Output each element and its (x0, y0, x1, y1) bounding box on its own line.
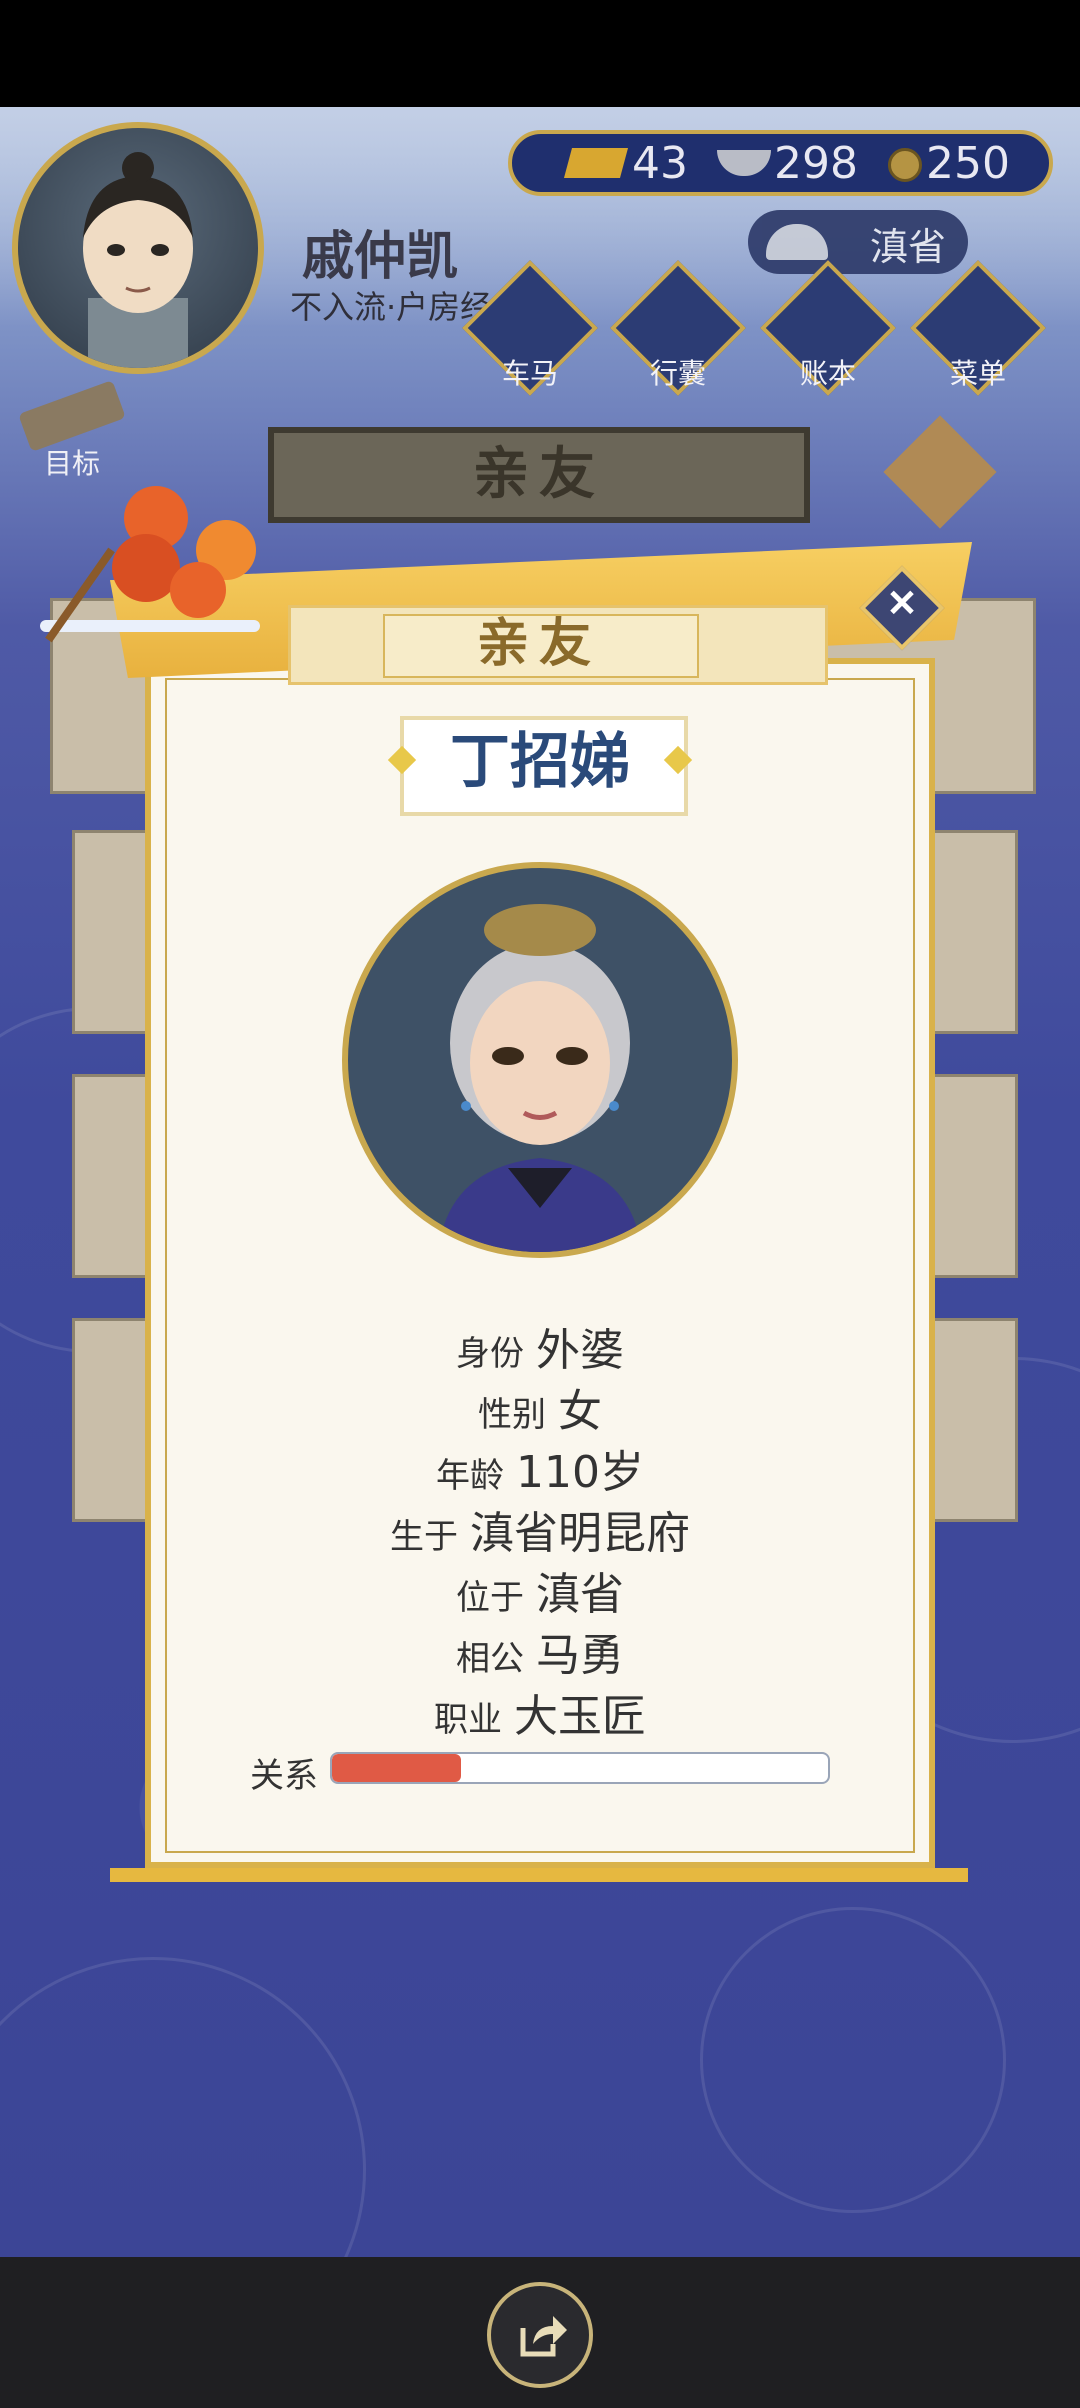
info-key: 职业 (434, 1700, 502, 1740)
info-gender: 性别女 (165, 1375, 915, 1439)
info-occupation: 职业 大玉匠 (165, 1680, 915, 1744)
map-icon (766, 224, 828, 260)
gold-ingot-icon (563, 148, 629, 178)
info-key: 相公 (456, 1639, 524, 1679)
background-title: 亲友 (473, 442, 605, 507)
nav-menu-button[interactable]: 菜单 (910, 260, 1046, 396)
nav-menu-label: 菜单 (949, 357, 1006, 390)
info-value: 女 (558, 1386, 602, 1437)
modal-title: 亲友 (476, 614, 601, 674)
player-name: 戚仲凯 (302, 227, 459, 287)
silver-count: 298 (774, 138, 858, 189)
relative-name: 丁招娣 (450, 727, 630, 797)
panel-rod (110, 1868, 968, 1882)
status-bar (0, 0, 1080, 107)
background-title-plaque: 亲友 (268, 427, 810, 523)
share-icon (520, 2316, 567, 2357)
info-key: 年龄 (436, 1456, 504, 1496)
info-age: 年龄 110岁 (165, 1436, 915, 1500)
player-avatar[interactable] (12, 122, 264, 374)
info-location: 位于 滇省 (165, 1558, 915, 1622)
info-value: 110岁 (516, 1447, 644, 1498)
silver-ingot-icon (717, 150, 771, 176)
nav-ledger-button[interactable]: 账本 (760, 260, 896, 396)
gold-count: 43 (632, 138, 688, 189)
info-value: 滇省 (536, 1569, 624, 1620)
info-key: 性别 (478, 1395, 546, 1435)
cloud-swirl (700, 1907, 1006, 2213)
info-value: 大玉匠 (514, 1691, 646, 1742)
nav-ledger-label: 账本 (799, 357, 856, 390)
nav-carriage-button[interactable]: 车马 (462, 260, 598, 396)
player-rank: 不入流·户房经 (290, 288, 493, 326)
location-badge[interactable]: 滇省 (748, 210, 968, 274)
relation-bar-fill (332, 1754, 461, 1782)
relative-portrait (342, 862, 738, 1258)
info-value: 马勇 (536, 1630, 624, 1681)
info-key: 生于 (390, 1517, 458, 1557)
location-text: 滇省 (870, 225, 947, 269)
info-husband: 相公 马勇 (165, 1619, 915, 1683)
coin-icon (888, 148, 922, 182)
goal-label[interactable]: 目标 (44, 442, 100, 482)
nav-bag-button[interactable]: 行囊 (610, 260, 746, 396)
nav-bag-label: 行囊 (649, 357, 706, 390)
info-birthplace: 生于 滇省明昆府 (165, 1497, 915, 1561)
close-icon (890, 590, 914, 615)
info-value: 外婆 (536, 1325, 624, 1376)
coin-count: 250 (926, 138, 1010, 189)
info-identity: 身份 外婆 (165, 1314, 915, 1378)
info-key: 身份 (456, 1334, 524, 1374)
relation-label: 关系 (250, 1756, 318, 1796)
resource-bar: 43 298 250 (508, 130, 1053, 196)
candied-fruit-icon (40, 486, 260, 643)
info-value: 滇省明昆府 (470, 1508, 690, 1559)
share-button[interactable] (487, 2282, 593, 2388)
info-key: 位于 (456, 1578, 524, 1618)
relation-bar (330, 1752, 830, 1784)
nav-carriage-label: 车马 (501, 357, 558, 390)
cloud-swirl (0, 1957, 366, 2257)
